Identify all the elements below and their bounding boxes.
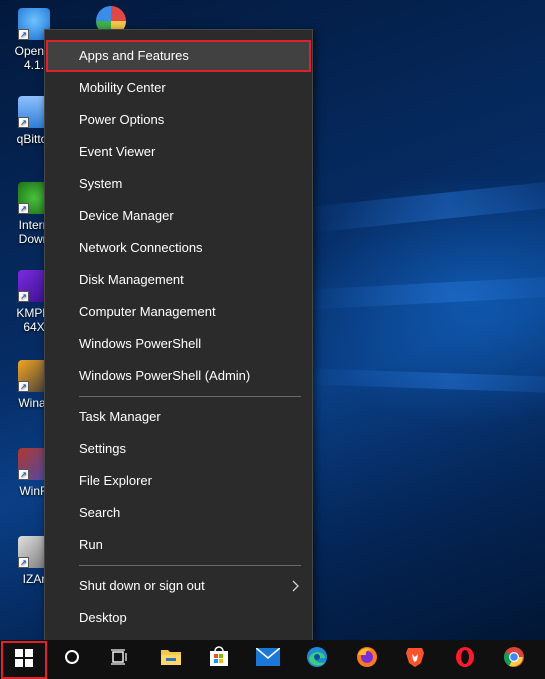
wallpaper-light-beam [299,274,545,310]
menu-item-device-manager[interactable]: Device Manager [46,200,311,232]
menu-item-windows-powershell-admin[interactable]: Windows PowerShell (Admin) [46,360,311,392]
task-view-button[interactable] [97,640,141,679]
menu-item-power-options[interactable]: Power Options [46,104,311,136]
menu-item-task-manager[interactable]: Task Manager [46,401,311,433]
start-button[interactable] [1,641,47,679]
menu-item-windows-powershell[interactable]: Windows PowerShell [46,328,311,360]
start-windows-icon [15,648,33,672]
microsoft-store-taskbar-button[interactable] [197,640,241,679]
menu-separator [79,396,301,397]
wallpaper-light-beam [298,176,545,234]
opera-icon [454,646,476,673]
opera-taskbar-button[interactable] [443,640,487,679]
mail-taskbar-button[interactable] [246,640,290,679]
desktop-shortcut-label: 64X [23,320,45,334]
menu-item-settings[interactable]: Settings [46,433,311,465]
menu-item-shut-down-or-sign-out[interactable]: Shut down or sign out [46,570,311,602]
menu-item-network-connections[interactable]: Network Connections [46,232,311,264]
taskbar [0,640,545,679]
menu-item-apps-and-features[interactable]: Apps and Features [46,40,311,72]
winx-context-menu: Apps and Features Mobility Center Power … [44,29,313,641]
menu-separator [79,565,301,566]
task-view-icon [110,649,128,670]
menu-item-run[interactable]: Run [46,529,311,561]
chrome-icon [503,646,525,673]
brave-icon [405,646,425,673]
menu-item-label: Shut down or sign out [79,578,205,593]
menu-item-desktop[interactable]: Desktop [46,602,311,634]
menu-item-event-viewer[interactable]: Event Viewer [46,136,311,168]
file-explorer-icon [160,647,182,672]
menu-item-mobility-center[interactable]: Mobility Center [46,72,311,104]
edge-taskbar-button[interactable] [295,640,339,679]
mail-icon [255,647,281,671]
desktop-shortcut-label: IZAr [22,572,46,586]
firefox-icon [356,646,378,673]
microsoft-store-icon [208,646,230,673]
chrome-taskbar-button[interactable] [492,640,536,679]
file-explorer-taskbar-button[interactable] [149,640,193,679]
menu-item-file-explorer[interactable]: File Explorer [46,465,311,497]
search-circle-icon [64,649,80,670]
wallpaper-light-beam [299,368,545,395]
desktop-shortcut-label: 4.1. [23,58,44,72]
brave-taskbar-button[interactable] [393,640,437,679]
menu-item-search[interactable]: Search [46,497,311,529]
edge-icon [306,646,328,673]
firefox-taskbar-button[interactable] [345,640,389,679]
menu-item-disk-management[interactable]: Disk Management [46,264,311,296]
chevron-right-icon [291,570,301,602]
menu-item-system[interactable]: System [46,168,311,200]
search-button[interactable] [50,640,94,679]
menu-item-computer-management[interactable]: Computer Management [46,296,311,328]
